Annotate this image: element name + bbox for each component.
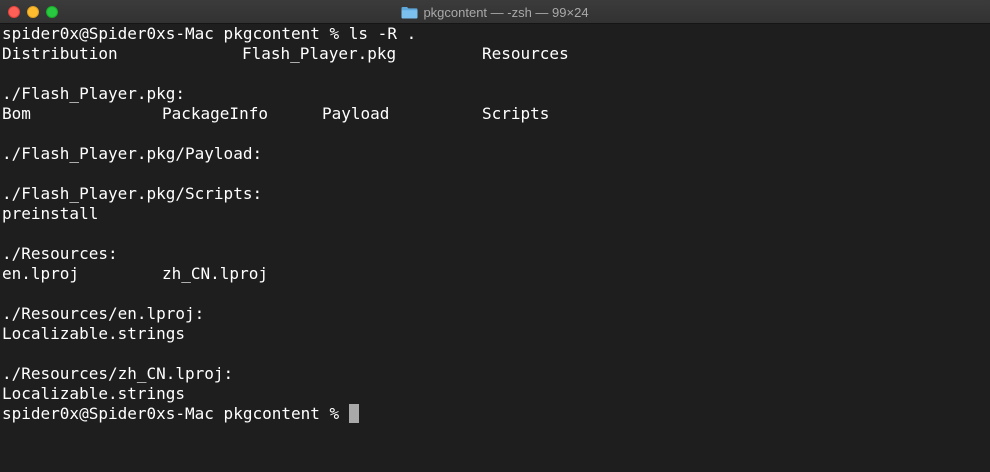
prompt: spider0x@Spider0xs-Mac pkgcontent % — [2, 24, 349, 43]
directory-header: ./Resources/zh_CN.lproj: — [2, 364, 234, 383]
list-item: Flash_Player.pkg — [242, 44, 397, 63]
list-item: zh_CN.lproj — [162, 264, 268, 283]
current-prompt-line[interactable]: spider0x@Spider0xs-Mac pkgcontent % — [2, 404, 990, 424]
terminal-output[interactable]: spider0x@Spider0xs-Mac pkgcontent % ls -… — [2, 24, 990, 472]
directory-header: ./Flash_Player.pkg/Payload: — [2, 144, 263, 163]
list-item: Distribution — [2, 44, 118, 63]
directory-header: ./Flash_Player.pkg: — [2, 84, 186, 103]
resources-listing-row: en.lproj zh_CN.lproj — [2, 264, 990, 284]
terminal-window: pkgcontent — -zsh — 99×24 spider0x@Spide… — [0, 0, 990, 472]
window-title-group: pkgcontent — -zsh — 99×24 — [0, 0, 990, 24]
list-item: Resources — [482, 44, 569, 63]
list-item: Localizable.strings — [2, 324, 186, 343]
command-text: ls -R . — [348, 24, 417, 43]
flash-player-listing-row: Bom PackageInfo Payload Scripts — [2, 104, 990, 124]
folder-icon — [401, 6, 418, 18]
text-cursor — [348, 404, 359, 423]
list-item: Payload — [322, 104, 390, 123]
directory-header: ./Resources/en.lproj: — [2, 304, 205, 323]
list-item: PackageInfo — [162, 104, 268, 123]
list-item: Bom — [2, 104, 31, 123]
directory-header: ./Flash_Player.pkg/Scripts: — [2, 184, 263, 203]
window-title: pkgcontent — -zsh — 99×24 — [423, 4, 589, 20]
list-item: preinstall — [2, 204, 99, 223]
directory-header: ./Resources: — [2, 244, 118, 263]
prompt: spider0x@Spider0xs-Mac pkgcontent % — [2, 404, 349, 423]
command-line: spider0x@Spider0xs-Mac pkgcontent % ls -… — [2, 24, 990, 44]
title-bar[interactable]: pkgcontent — -zsh — 99×24 — [0, 0, 990, 24]
list-item: en.lproj — [2, 264, 80, 283]
root-listing-row: Distribution Flash_Player.pkg Resources — [2, 44, 990, 64]
list-item: Localizable.strings — [2, 384, 186, 403]
list-item: Scripts — [482, 104, 550, 123]
